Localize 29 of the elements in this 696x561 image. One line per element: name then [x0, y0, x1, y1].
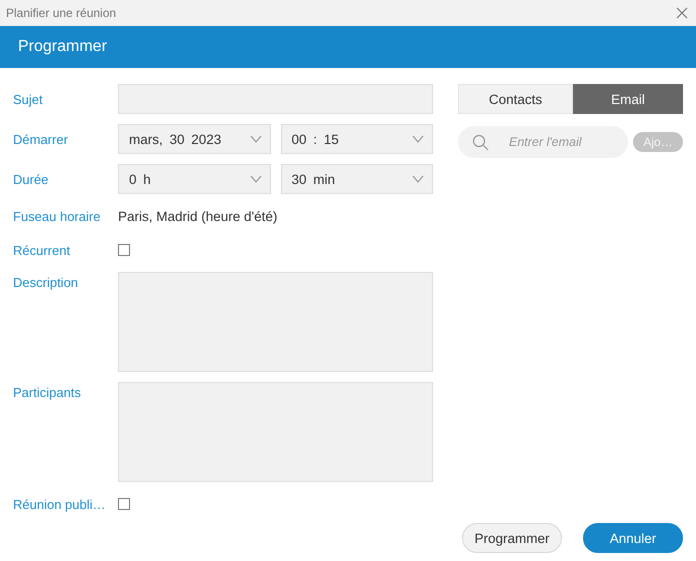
chevron-down-icon — [250, 175, 262, 183]
dropdown[interactable]: mars, 30 2023 — [118, 124, 270, 154]
timezone-value: Paris, Madrid (heure d'été) — [118, 208, 278, 224]
field-label: Fuseau horaire — [13, 208, 102, 224]
tab[interactable]: Contacts — [458, 84, 573, 114]
schedule-button[interactable]: Programmer — [462, 523, 562, 553]
chevron-down-icon — [412, 135, 424, 143]
search-icon — [472, 134, 489, 151]
header-title: Programmer — [18, 38, 107, 56]
field-label: Description — [13, 274, 80, 290]
field-label: Durée — [13, 172, 50, 186]
field-label: Participants — [13, 384, 82, 400]
field-label: Récurrent — [13, 242, 72, 258]
window-title: Planifier une réunion — [6, 6, 116, 20]
chevron-down-icon — [250, 135, 262, 143]
dropdown[interactable]: 0 h — [118, 164, 270, 194]
close-icon[interactable] — [676, 7, 688, 19]
email-field[interactable]: Entrer l'email — [458, 126, 628, 158]
tab[interactable]: Email — [573, 84, 683, 114]
field-label: Démarrer — [13, 132, 69, 146]
field-label: Sujet — [13, 92, 44, 106]
chevron-down-icon — [412, 175, 424, 183]
subject-field[interactable] — [118, 84, 433, 114]
cancel-button[interactable]: Annuler — [583, 523, 683, 553]
checkbox[interactable] — [118, 498, 130, 510]
dropdown[interactable]: 00 : 15 — [280, 124, 433, 154]
field-label: Réunion publi… — [13, 496, 107, 512]
checkbox[interactable] — [118, 244, 130, 256]
dropdown[interactable]: 30 min — [280, 164, 433, 194]
